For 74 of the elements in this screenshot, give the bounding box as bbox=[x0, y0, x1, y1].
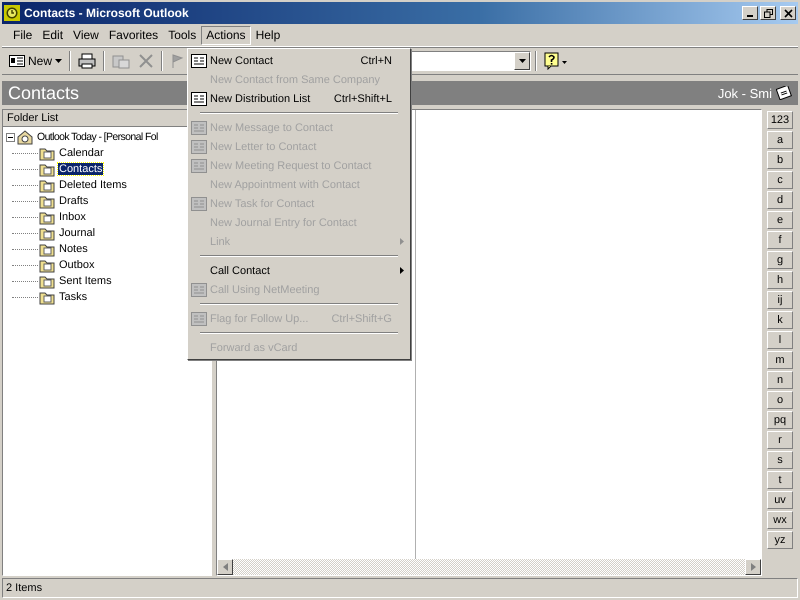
right-arrow-icon bbox=[750, 563, 756, 571]
minimize-button[interactable] bbox=[742, 6, 758, 20]
letter-tab[interactable]: b bbox=[767, 151, 793, 169]
letter-tab[interactable]: k bbox=[767, 311, 793, 329]
letter-tab[interactable]: d bbox=[767, 191, 793, 209]
letter-tab[interactable]: f bbox=[767, 231, 793, 249]
letter-tab[interactable]: n bbox=[767, 371, 793, 389]
status-text: 2 Items bbox=[6, 582, 42, 594]
letter-tab[interactable]: 123 bbox=[767, 111, 793, 129]
letter-tab[interactable]: r bbox=[767, 431, 793, 449]
menu-item[interactable]: Favorites bbox=[104, 26, 164, 44]
menu-item[interactable]: Tools bbox=[163, 26, 202, 44]
menu-item[interactable]: Help bbox=[250, 26, 286, 44]
address-card-icon bbox=[776, 86, 792, 100]
tree-item[interactable]: Outlook Today - [Personal Fol bbox=[36, 131, 159, 143]
collapse-icon[interactable] bbox=[6, 132, 15, 142]
tree-item[interactable]: Outbox bbox=[58, 259, 96, 271]
letter-tab[interactable]: c bbox=[767, 171, 793, 189]
tree-item[interactable]: Tasks bbox=[58, 291, 88, 303]
letter-tab[interactable]: m bbox=[767, 351, 793, 369]
find-contact-field[interactable] bbox=[409, 51, 532, 71]
caret-icon bbox=[518, 59, 526, 63]
card-icon bbox=[191, 54, 207, 68]
card-icon bbox=[191, 140, 207, 154]
letter-tab[interactable]: e bbox=[767, 211, 793, 229]
menu-item[interactable]: View bbox=[68, 26, 104, 44]
restore-icon bbox=[764, 8, 772, 18]
menu-item[interactable]: New Contact Ctrl+N bbox=[188, 51, 410, 70]
house-icon bbox=[16, 129, 34, 145]
letter-tab[interactable]: o bbox=[767, 391, 793, 409]
tree-item[interactable]: Deleted Items bbox=[58, 179, 128, 191]
menu-item[interactable]: File bbox=[8, 26, 38, 44]
tree-item[interactable]: Notes bbox=[58, 243, 89, 255]
letter-tab[interactable]: pq bbox=[767, 411, 793, 429]
contact-range: Jok - Smi bbox=[718, 86, 772, 100]
menu-item[interactable]: Edit bbox=[37, 26, 68, 44]
horizontal-scrollbar[interactable] bbox=[217, 559, 761, 575]
clock-icon bbox=[4, 5, 20, 21]
new-button[interactable]: New bbox=[6, 52, 66, 70]
caret-icon bbox=[55, 59, 62, 63]
letter-tab[interactable]: uv bbox=[767, 491, 793, 509]
letter-tab[interactable]: s bbox=[767, 451, 793, 469]
left-arrow-icon bbox=[222, 563, 228, 571]
card-icon bbox=[191, 196, 207, 210]
tree-item[interactable]: Inbox bbox=[58, 211, 87, 223]
close-button[interactable] bbox=[780, 6, 796, 20]
card-icon bbox=[191, 312, 207, 326]
tree-item[interactable]: Contacts bbox=[58, 163, 104, 175]
letter-tab[interactable]: wx bbox=[767, 511, 793, 529]
card-icon bbox=[9, 55, 25, 67]
card-icon bbox=[191, 92, 207, 106]
tree-item[interactable]: Calendar bbox=[58, 147, 105, 159]
letter-tab[interactable]: h bbox=[767, 271, 793, 289]
letter-tab[interactable]: l bbox=[767, 331, 793, 349]
tree-item[interactable]: Journal bbox=[58, 227, 96, 239]
submenu-arrow-icon bbox=[400, 266, 404, 274]
folder-title: Contacts bbox=[8, 82, 80, 104]
card-icon bbox=[191, 282, 207, 296]
tree-item[interactable]: Sent Items bbox=[58, 275, 113, 287]
letter-tab[interactable]: ij bbox=[767, 291, 793, 309]
letter-tab[interactable]: t bbox=[767, 471, 793, 489]
restore-button[interactable] bbox=[760, 6, 776, 20]
tree-item[interactable]: Drafts bbox=[58, 195, 90, 207]
card-icon bbox=[191, 120, 207, 134]
window-title: Contacts - Microsoft Outlook bbox=[24, 6, 190, 20]
menu-item[interactable]: Actions bbox=[201, 26, 251, 44]
card-icon bbox=[191, 158, 207, 172]
letter-tab[interactable]: a bbox=[767, 131, 793, 149]
letter-tab[interactable]: yz bbox=[767, 531, 793, 549]
submenu-arrow-icon bbox=[400, 238, 404, 244]
menu-item[interactable]: New Distribution List Ctrl+Shift+L bbox=[188, 89, 410, 108]
close-icon bbox=[784, 8, 792, 18]
menu-item[interactable]: Call Contact bbox=[188, 261, 410, 280]
letter-tab[interactable]: g bbox=[767, 251, 793, 269]
